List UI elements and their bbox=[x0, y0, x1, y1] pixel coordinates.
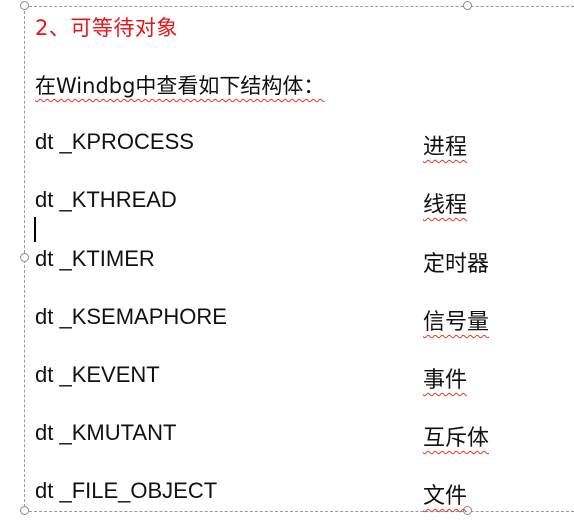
intro-text[interactable]: 在Windbg中查看如下结构体： bbox=[35, 70, 324, 100]
windbg-command[interactable]: dt _KTIMER bbox=[35, 246, 155, 272]
structure-row[interactable]: dt _KMUTANT 互斥体 bbox=[0, 420, 574, 454]
windbg-command[interactable]: dt _FILE_OBJECT bbox=[35, 478, 217, 504]
structure-description[interactable]: 文件 bbox=[423, 478, 467, 510]
section-heading[interactable]: 2、可等待对象 bbox=[35, 12, 178, 42]
structure-row[interactable]: dt _KPROCESS 进程 bbox=[0, 129, 574, 163]
windbg-command[interactable]: dt _KPROCESS bbox=[35, 129, 194, 155]
windbg-command[interactable]: dt _KMUTANT bbox=[35, 420, 176, 446]
text-cursor bbox=[34, 217, 36, 242]
frame-top-border bbox=[24, 6, 574, 7]
structure-row[interactable]: dt _FILE_OBJECT 文件 bbox=[0, 478, 574, 512]
structure-row[interactable]: dt _KEVENT 事件 bbox=[0, 362, 574, 396]
resize-handle-top-left[interactable] bbox=[20, 1, 29, 10]
structure-description[interactable]: 定时器 bbox=[423, 246, 489, 278]
windbg-command[interactable]: dt _KSEMAPHORE bbox=[35, 304, 227, 330]
structure-description[interactable]: 事件 bbox=[423, 362, 467, 394]
structure-description[interactable]: 互斥体 bbox=[423, 420, 489, 452]
structure-row[interactable]: dt _KSEMAPHORE 信号量 bbox=[0, 304, 574, 338]
windbg-command[interactable]: dt _KEVENT bbox=[35, 362, 160, 388]
structure-description[interactable]: 信号量 bbox=[423, 304, 489, 336]
structure-row[interactable]: dt _KTIMER 定时器 bbox=[0, 246, 574, 280]
structure-row[interactable]: dt _KTHREAD 线程 bbox=[0, 187, 574, 221]
windbg-command[interactable]: dt _KTHREAD bbox=[35, 187, 177, 213]
resize-handle-top-middle[interactable] bbox=[463, 1, 472, 10]
structure-description[interactable]: 进程 bbox=[423, 129, 467, 161]
structure-description[interactable]: 线程 bbox=[423, 187, 467, 219]
